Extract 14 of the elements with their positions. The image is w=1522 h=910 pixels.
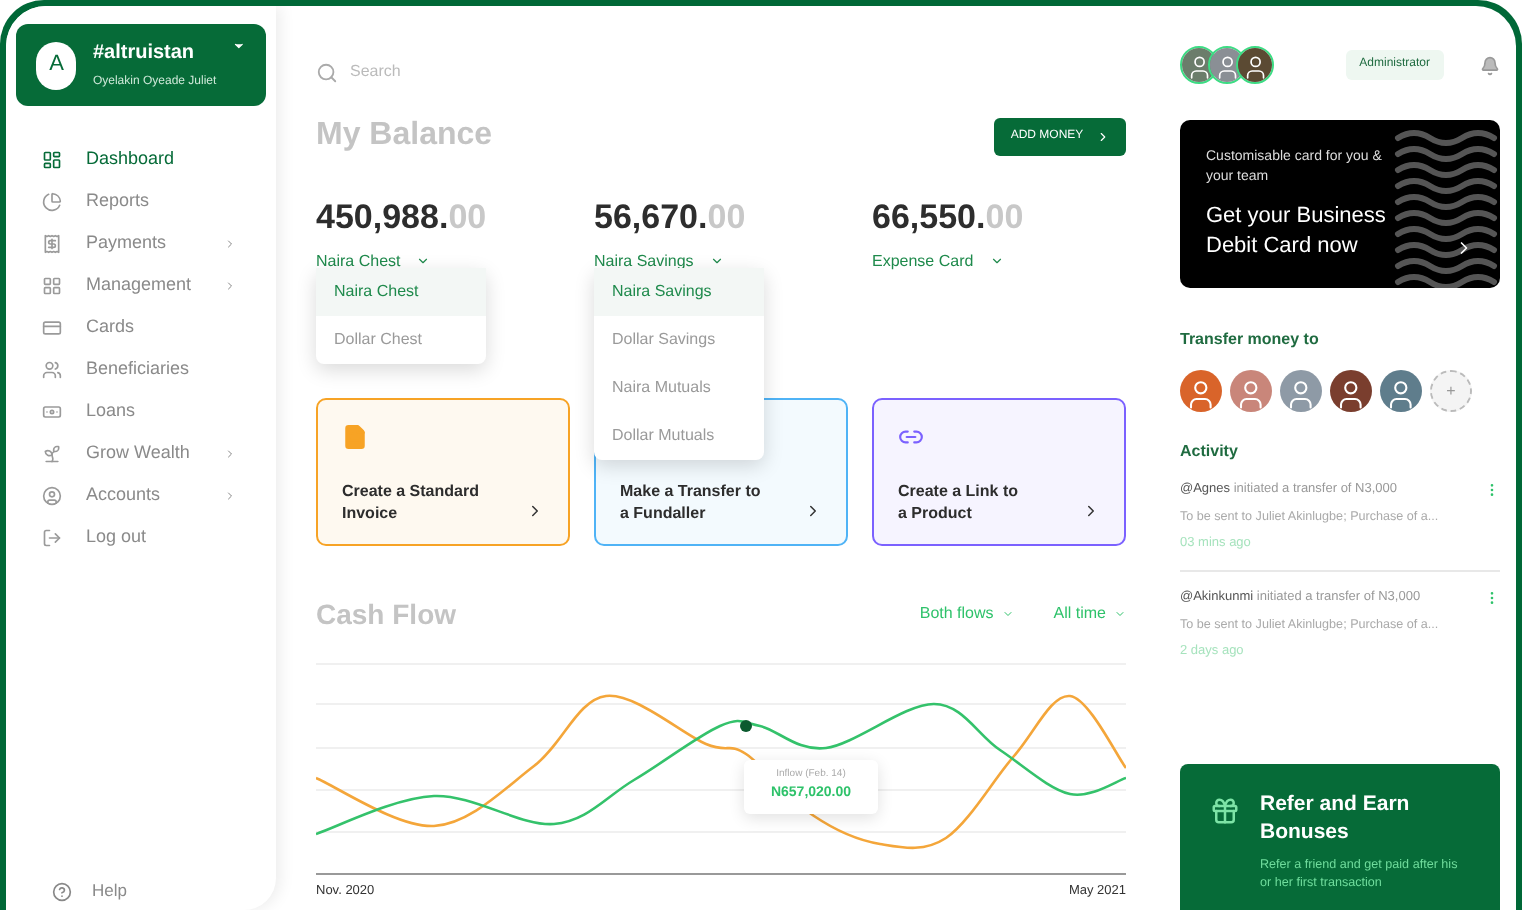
action-label: Make a Transfer to [620, 479, 761, 501]
section-title: My Balance [316, 116, 493, 156]
action-label: Create a Link to [898, 479, 1019, 501]
section-title: Cash Flow [316, 595, 457, 633]
section-title: Transfer money to [1180, 328, 1321, 352]
action-label: a Product [898, 501, 974, 523]
action-label: Create a Standard [342, 479, 479, 501]
account-name: #altruistan [92, 40, 197, 68]
refer-title: Refer and Earn Bonuses [1260, 790, 1412, 846]
account-avatar: A [36, 41, 77, 89]
section-title: Activity [1180, 440, 1240, 464]
promo-title: Get your Business Debit Card now [1206, 202, 1388, 262]
action-label: a Fundaller [620, 501, 708, 523]
action-label: Invoice [342, 501, 400, 523]
